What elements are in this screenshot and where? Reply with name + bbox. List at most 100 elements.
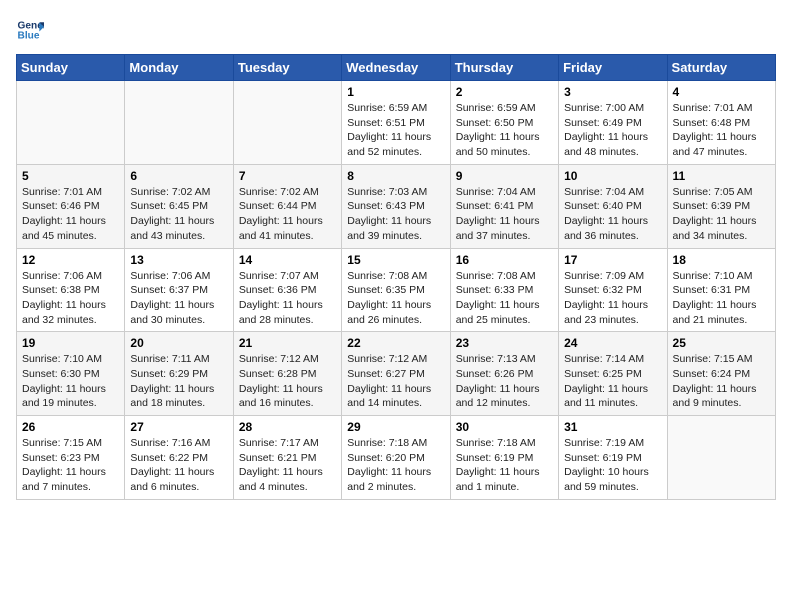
weekday-header-tuesday: Tuesday xyxy=(233,55,341,81)
day-number: 4 xyxy=(673,85,770,99)
day-info: Sunrise: 7:13 AMSunset: 6:26 PMDaylight:… xyxy=(456,352,553,411)
calendar-cell: 12 Sunrise: 7:06 AMSunset: 6:38 PMDayligh… xyxy=(17,248,125,332)
day-number: 17 xyxy=(564,253,661,267)
week-row-4: 19 Sunrise: 7:10 AMSunset: 6:30 PMDayligh… xyxy=(17,332,776,416)
day-number: 19 xyxy=(22,336,119,350)
calendar-cell: 28 Sunrise: 7:17 AMSunset: 6:21 PMDayligh… xyxy=(233,416,341,500)
calendar-cell xyxy=(233,81,341,165)
day-info: Sunrise: 7:16 AMSunset: 6:22 PMDaylight:… xyxy=(130,436,227,495)
day-number: 27 xyxy=(130,420,227,434)
weekday-header-row: SundayMondayTuesdayWednesdayThursdayFrid… xyxy=(17,55,776,81)
calendar-cell: 6 Sunrise: 7:02 AMSunset: 6:45 PMDaylight… xyxy=(125,164,233,248)
calendar-cell: 1 Sunrise: 6:59 AMSunset: 6:51 PMDaylight… xyxy=(342,81,450,165)
day-number: 3 xyxy=(564,85,661,99)
day-info: Sunrise: 7:15 AMSunset: 6:23 PMDaylight:… xyxy=(22,436,119,495)
day-number: 5 xyxy=(22,169,119,183)
day-info: Sunrise: 7:08 AMSunset: 6:35 PMDaylight:… xyxy=(347,269,444,328)
day-number: 13 xyxy=(130,253,227,267)
day-number: 16 xyxy=(456,253,553,267)
calendar-cell: 30 Sunrise: 7:18 AMSunset: 6:19 PMDayligh… xyxy=(450,416,558,500)
calendar-cell: 15 Sunrise: 7:08 AMSunset: 6:35 PMDayligh… xyxy=(342,248,450,332)
calendar-cell xyxy=(667,416,775,500)
day-number: 22 xyxy=(347,336,444,350)
calendar-cell: 24Sunrise: 7:14 AMSunset: 6:25 PMDayligh… xyxy=(559,332,667,416)
calendar-cell: 19 Sunrise: 7:10 AMSunset: 6:30 PMDayligh… xyxy=(17,332,125,416)
logo-icon: General Blue xyxy=(16,16,44,44)
calendar-cell: 22 Sunrise: 7:12 AMSunset: 6:27 PMDayligh… xyxy=(342,332,450,416)
calendar-cell: 4 Sunrise: 7:01 AMSunset: 6:48 PMDaylight… xyxy=(667,81,775,165)
logo: General Blue xyxy=(16,16,48,44)
calendar-cell: 27 Sunrise: 7:16 AMSunset: 6:22 PMDayligh… xyxy=(125,416,233,500)
calendar-cell: 25Sunrise: 7:15 AMSunset: 6:24 PMDayligh… xyxy=(667,332,775,416)
weekday-header-sunday: Sunday xyxy=(17,55,125,81)
calendar-cell: 14 Sunrise: 7:07 AMSunset: 6:36 PMDayligh… xyxy=(233,248,341,332)
calendar-cell: 13Sunrise: 7:06 AMSunset: 6:37 PMDayligh… xyxy=(125,248,233,332)
calendar-cell: 2 Sunrise: 6:59 AMSunset: 6:50 PMDaylight… xyxy=(450,81,558,165)
calendar-cell: 9 Sunrise: 7:04 AMSunset: 6:41 PMDaylight… xyxy=(450,164,558,248)
calendar-cell: 8Sunrise: 7:03 AMSunset: 6:43 PMDaylight… xyxy=(342,164,450,248)
day-info: Sunrise: 7:12 AMSunset: 6:27 PMDaylight:… xyxy=(347,352,444,411)
day-info: Sunrise: 7:18 AMSunset: 6:20 PMDaylight:… xyxy=(347,436,444,495)
day-number: 8 xyxy=(347,169,444,183)
calendar-cell: 16 Sunrise: 7:08 AMSunset: 6:33 PMDayligh… xyxy=(450,248,558,332)
day-number: 2 xyxy=(456,85,553,99)
svg-text:Blue: Blue xyxy=(18,31,40,42)
calendar-cell: 5 Sunrise: 7:01 AMSunset: 6:46 PMDaylight… xyxy=(17,164,125,248)
calendar-cell: 7 Sunrise: 7:02 AMSunset: 6:44 PMDaylight… xyxy=(233,164,341,248)
day-number: 20 xyxy=(130,336,227,350)
day-number: 23 xyxy=(456,336,553,350)
day-info: Sunrise: 7:10 AMSunset: 6:31 PMDaylight:… xyxy=(673,269,770,328)
day-info: Sunrise: 7:14 AMSunset: 6:25 PMDaylight:… xyxy=(564,352,661,411)
day-number: 15 xyxy=(347,253,444,267)
day-info: Sunrise: 7:08 AMSunset: 6:33 PMDaylight:… xyxy=(456,269,553,328)
day-info: Sunrise: 7:01 AMSunset: 6:46 PMDaylight:… xyxy=(22,185,119,244)
calendar-cell: 26 Sunrise: 7:15 AMSunset: 6:23 PMDayligh… xyxy=(17,416,125,500)
calendar-cell: 10 Sunrise: 7:04 AMSunset: 6:40 PMDayligh… xyxy=(559,164,667,248)
day-number: 28 xyxy=(239,420,336,434)
day-number: 29 xyxy=(347,420,444,434)
day-number: 14 xyxy=(239,253,336,267)
calendar-cell: 18 Sunrise: 7:10 AMSunset: 6:31 PMDayligh… xyxy=(667,248,775,332)
day-info: Sunrise: 6:59 AMSunset: 6:51 PMDaylight:… xyxy=(347,101,444,160)
day-number: 12 xyxy=(22,253,119,267)
day-number: 1 xyxy=(347,85,444,99)
day-number: 6 xyxy=(130,169,227,183)
day-info: Sunrise: 7:06 AMSunset: 6:38 PMDaylight:… xyxy=(22,269,119,328)
calendar-cell xyxy=(17,81,125,165)
day-number: 18 xyxy=(673,253,770,267)
day-info: Sunrise: 7:04 AMSunset: 6:40 PMDaylight:… xyxy=(564,185,661,244)
day-info: Sunrise: 6:59 AMSunset: 6:50 PMDaylight:… xyxy=(456,101,553,160)
day-number: 7 xyxy=(239,169,336,183)
day-info: Sunrise: 7:10 AMSunset: 6:30 PMDaylight:… xyxy=(22,352,119,411)
week-row-2: 5 Sunrise: 7:01 AMSunset: 6:46 PMDaylight… xyxy=(17,164,776,248)
day-info: Sunrise: 7:02 AMSunset: 6:44 PMDaylight:… xyxy=(239,185,336,244)
calendar-cell: 29 Sunrise: 7:18 AMSunset: 6:20 PMDayligh… xyxy=(342,416,450,500)
day-number: 26 xyxy=(22,420,119,434)
day-number: 11 xyxy=(673,169,770,183)
day-info: Sunrise: 7:05 AMSunset: 6:39 PMDaylight:… xyxy=(673,185,770,244)
day-number: 10 xyxy=(564,169,661,183)
day-info: Sunrise: 7:02 AMSunset: 6:45 PMDaylight:… xyxy=(130,185,227,244)
week-row-1: 1 Sunrise: 6:59 AMSunset: 6:51 PMDaylight… xyxy=(17,81,776,165)
day-number: 30 xyxy=(456,420,553,434)
calendar-cell: 17Sunrise: 7:09 AMSunset: 6:32 PMDayligh… xyxy=(559,248,667,332)
weekday-header-wednesday: Wednesday xyxy=(342,55,450,81)
calendar-cell: 31 Sunrise: 7:19 AMSunset: 6:19 PMDayligh… xyxy=(559,416,667,500)
weekday-header-thursday: Thursday xyxy=(450,55,558,81)
weekday-header-friday: Friday xyxy=(559,55,667,81)
calendar-table: SundayMondayTuesdayWednesdayThursdayFrid… xyxy=(16,54,776,500)
day-info: Sunrise: 7:07 AMSunset: 6:36 PMDaylight:… xyxy=(239,269,336,328)
day-number: 31 xyxy=(564,420,661,434)
calendar-cell: 20Sunrise: 7:11 AMSunset: 6:29 PMDayligh… xyxy=(125,332,233,416)
day-info: Sunrise: 7:15 AMSunset: 6:24 PMDaylight:… xyxy=(673,352,770,411)
day-info: Sunrise: 7:04 AMSunset: 6:41 PMDaylight:… xyxy=(456,185,553,244)
day-info: Sunrise: 7:12 AMSunset: 6:28 PMDaylight:… xyxy=(239,352,336,411)
calendar-cell: 23 Sunrise: 7:13 AMSunset: 6:26 PMDayligh… xyxy=(450,332,558,416)
day-info: Sunrise: 7:01 AMSunset: 6:48 PMDaylight:… xyxy=(673,101,770,160)
day-info: Sunrise: 7:18 AMSunset: 6:19 PMDaylight:… xyxy=(456,436,553,495)
week-row-3: 12 Sunrise: 7:06 AMSunset: 6:38 PMDayligh… xyxy=(17,248,776,332)
day-info: Sunrise: 7:17 AMSunset: 6:21 PMDaylight:… xyxy=(239,436,336,495)
day-number: 9 xyxy=(456,169,553,183)
day-info: Sunrise: 7:19 AMSunset: 6:19 PMDaylight:… xyxy=(564,436,661,495)
page-header: General Blue xyxy=(16,16,776,44)
